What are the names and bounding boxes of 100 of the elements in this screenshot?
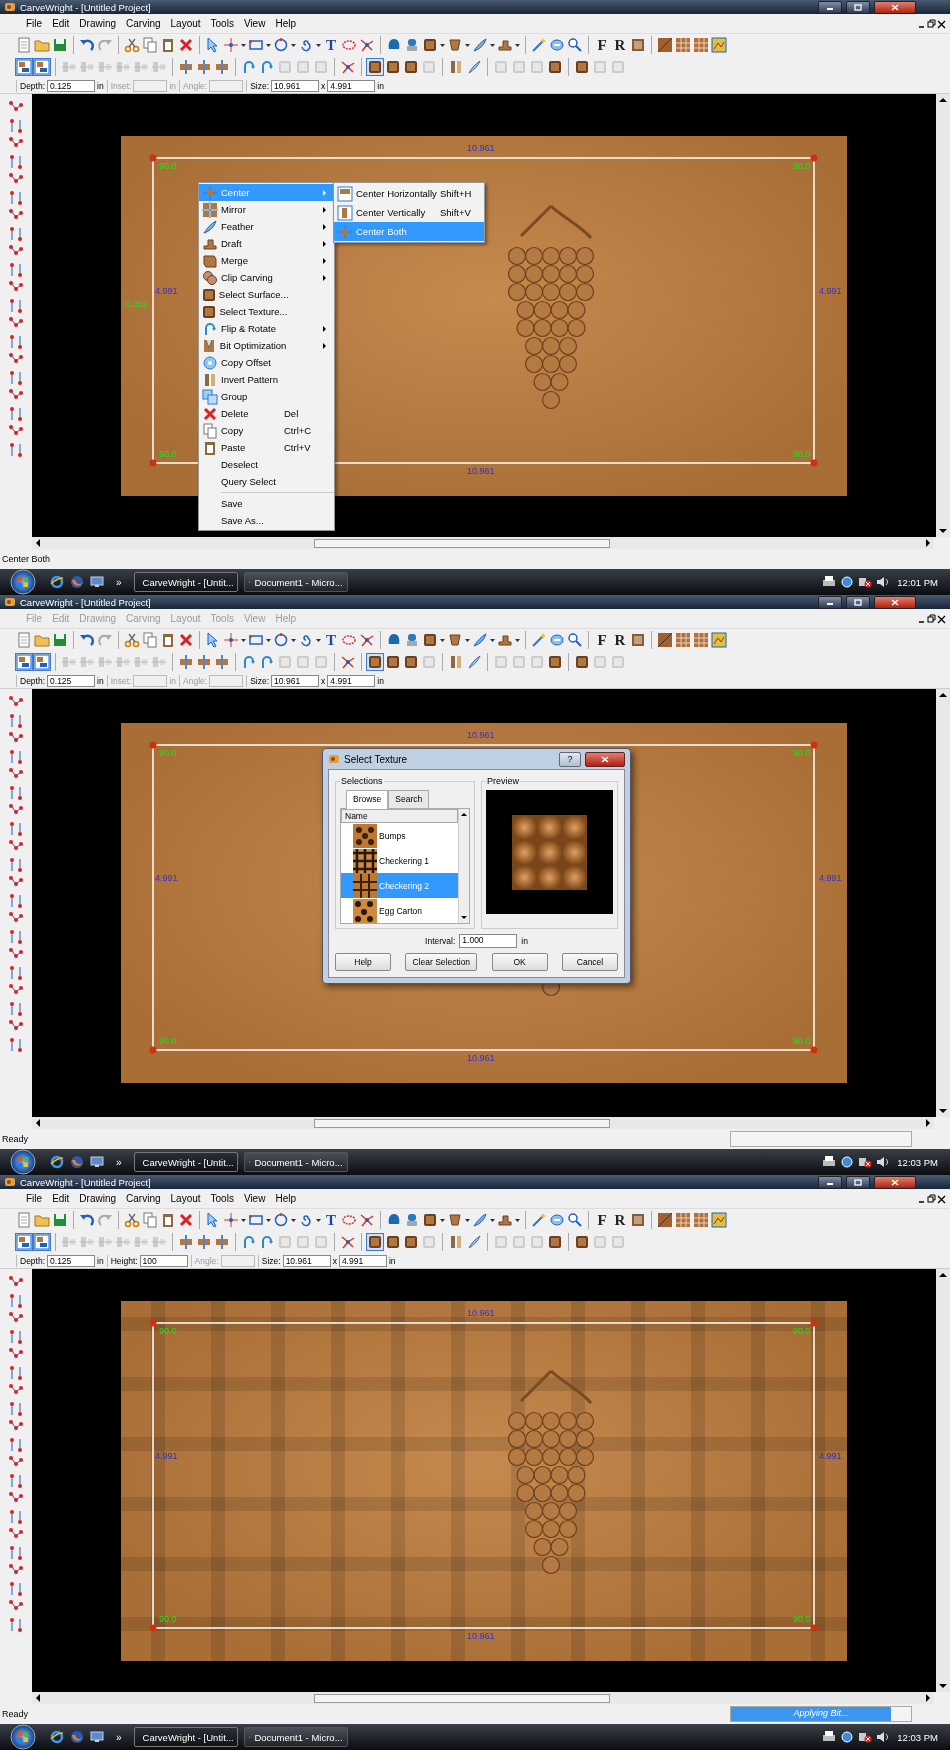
curve-icon[interactable]	[241, 1234, 257, 1250]
close-button[interactable]	[874, 1175, 916, 1189]
faded-tile-icon[interactable]	[529, 654, 545, 670]
wand-icon[interactable]	[531, 632, 547, 648]
corner-handle[interactable]	[810, 459, 818, 466]
tile-icon[interactable]	[367, 1234, 383, 1250]
help-button[interactable]: ?	[559, 751, 581, 767]
menu-item[interactable]: Select Surface...	[199, 286, 334, 303]
scissors-icon[interactable]	[124, 1212, 140, 1228]
menu-item[interactable]: Feather	[199, 218, 334, 235]
network-icon[interactable]	[858, 575, 873, 589]
align-icon[interactable]	[16, 59, 32, 75]
step-icon[interactable]	[497, 1212, 513, 1228]
menu-item[interactable]: Save	[199, 495, 334, 512]
diagonal-icon[interactable]	[657, 1212, 673, 1228]
input-field[interactable]: 10.961	[282, 1254, 331, 1267]
menu-item[interactable]: Save As...	[199, 512, 334, 529]
taskbar-button[interactable]: Document1 - Micro...	[243, 1727, 348, 1747]
tile-icon[interactable]	[422, 37, 438, 53]
scissors-icon[interactable]	[124, 632, 140, 648]
caret-icon[interactable]	[440, 1217, 445, 1223]
letter-tool-button[interactable]: T	[323, 36, 339, 54]
map-icon[interactable]	[711, 632, 727, 648]
caret-icon[interactable]	[465, 1217, 470, 1223]
undo-icon[interactable]	[79, 1212, 95, 1228]
input-field[interactable]: 0.125	[47, 674, 96, 687]
cup-icon[interactable]	[447, 37, 463, 53]
faded-tile-icon[interactable]	[610, 654, 626, 670]
vertical-scrollbar[interactable]	[936, 94, 950, 537]
menu-item[interactable]: Edit	[47, 1192, 75, 1205]
corner-handle[interactable]	[810, 1624, 818, 1631]
map-icon[interactable]	[711, 37, 727, 53]
input-field[interactable]: 0.125	[47, 1254, 96, 1267]
menu-item[interactable]: Invert Pattern	[199, 371, 334, 388]
scissors-icon[interactable]	[124, 37, 140, 53]
tile-icon[interactable]	[574, 654, 590, 670]
copy-icon[interactable]	[142, 632, 158, 648]
faded-tile-icon[interactable]	[295, 654, 311, 670]
dialog-button[interactable]: Clear Selection	[405, 953, 478, 971]
cross-icon[interactable]	[178, 1212, 194, 1228]
node-pair-icon[interactable]	[8, 262, 24, 278]
curve-icon[interactable]	[241, 654, 257, 670]
letter-tool-button[interactable]: R	[612, 1211, 628, 1229]
circle-icon[interactable]	[273, 632, 289, 648]
faded-tile-icon[interactable]	[610, 59, 626, 75]
menu-item[interactable]: Group	[199, 388, 334, 405]
input-field[interactable]	[209, 79, 244, 92]
speaker-icon[interactable]	[876, 1155, 891, 1169]
menu-item[interactable]: Copy Offset	[199, 354, 334, 371]
scroll-thumb[interactable]	[314, 1118, 610, 1128]
diagonal-icon[interactable]	[657, 632, 673, 648]
printer-icon[interactable]	[822, 1730, 837, 1744]
menu-item[interactable]: Center Horizontally Shift+H	[334, 184, 484, 203]
start-orb-icon[interactable]	[10, 569, 36, 595]
globe-icon[interactable]	[50, 1155, 64, 1169]
rectangle-icon[interactable]	[248, 1212, 264, 1228]
menu-item[interactable]: Tools	[205, 17, 239, 30]
minimize-button[interactable]	[818, 595, 842, 609]
desktop-icon[interactable]	[90, 1730, 104, 1744]
caret-icon[interactable]	[490, 1217, 495, 1223]
printer-icon[interactable]	[822, 575, 837, 589]
vertical-scrollbar[interactable]	[936, 689, 950, 1117]
quill-icon[interactable]	[472, 632, 488, 648]
maximize-button[interactable]	[846, 0, 870, 14]
printer-icon[interactable]	[822, 1155, 837, 1169]
split-icon[interactable]	[178, 1234, 194, 1250]
caret-icon[interactable]	[440, 42, 445, 48]
start-orb-icon[interactable]	[10, 1724, 36, 1750]
node-pair-icon[interactable]	[8, 1329, 24, 1345]
menu-item[interactable]: Flip & Rotate	[199, 320, 334, 337]
faded-tile-icon[interactable]	[592, 59, 608, 75]
maximize-button[interactable]	[846, 595, 870, 609]
node-pair-icon[interactable]	[8, 1401, 24, 1417]
dialog-button[interactable]: Cancel	[562, 953, 618, 971]
caret-icon[interactable]	[490, 637, 495, 643]
corner-handle[interactable]	[149, 741, 157, 749]
faded-tile-icon[interactable]	[493, 59, 509, 75]
more-button[interactable]: »	[116, 1731, 122, 1743]
node-pair-icon[interactable]	[8, 1001, 24, 1017]
undo-icon[interactable]	[79, 632, 95, 648]
menu-item[interactable]: Select Texture...	[199, 303, 334, 320]
caret-icon[interactable]	[241, 637, 246, 643]
faded-tile-icon[interactable]	[313, 654, 329, 670]
chair-icon[interactable]	[404, 37, 420, 53]
input-field[interactable]	[133, 79, 168, 92]
node-pair-icon[interactable]	[8, 713, 24, 729]
letter-tool-button[interactable]: F	[594, 1211, 610, 1229]
menu-item[interactable]: View	[238, 17, 271, 30]
faded-tile-icon[interactable]	[511, 59, 527, 75]
menu-item[interactable]: Mirror	[199, 201, 334, 218]
scroll-thumb[interactable]	[314, 1693, 610, 1703]
fox-globe-icon[interactable]	[70, 1155, 84, 1169]
spiral-icon[interactable]	[298, 1212, 314, 1228]
bars-icon[interactable]	[448, 1234, 464, 1250]
vertical-scrollbar[interactable]	[458, 809, 469, 923]
circle-icon[interactable]	[273, 1212, 289, 1228]
faded-tile-icon[interactable]	[295, 59, 311, 75]
corner-handle[interactable]	[810, 1319, 818, 1326]
grid-icon[interactable]	[693, 1212, 709, 1228]
node-pair-icon[interactable]	[8, 857, 24, 873]
